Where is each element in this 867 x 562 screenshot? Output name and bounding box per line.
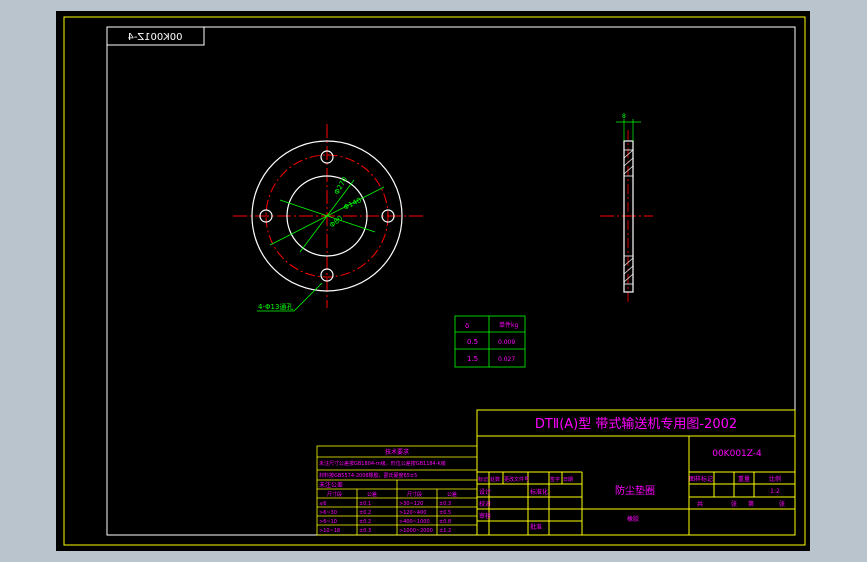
tech-cell: ≤6 (319, 501, 326, 507)
sign-check: 校对 (479, 500, 491, 508)
mirrored-code: 00K001Z-4 (127, 32, 182, 43)
tech-h1: 尺寸段 (327, 491, 342, 498)
sign-design: 设计 (479, 488, 491, 496)
rev-h1: 标记 (478, 476, 488, 483)
tech-cell: ±0.2 (359, 519, 371, 525)
tech-cell: ±0.3 (359, 528, 371, 534)
scale-value: 1:2 (770, 488, 780, 495)
scale-header-3: 比例 (769, 475, 781, 483)
rev-h2: 处数 (490, 476, 500, 483)
standardization: 标准化 (530, 488, 548, 496)
mass-row2-kg: 0.027 (498, 356, 515, 363)
side-thickness: 8 (622, 113, 626, 120)
tech-title: 技术要求 (385, 448, 409, 456)
tech-cell: >400~1000 (399, 519, 430, 525)
sheet-no-1: 第 (748, 500, 754, 508)
mass-header-1: δ (465, 322, 469, 330)
cad-viewport[interactable]: 00K001Z-4 Φ270 Φ140 Φ80 4-Φ13通孔 8 δ 单件kg… (0, 0, 867, 562)
part-name: 防尘垫圈 (615, 484, 655, 497)
drawing-number: 00K001Z-4 (712, 449, 762, 459)
tech-cell: ±0.5 (439, 510, 451, 516)
mass-row2-thk: 1.5 (467, 355, 478, 363)
mass-row1-kg: 0.009 (498, 339, 515, 346)
approve: 批准 (530, 523, 542, 531)
tech-cell: >1000~2000 (399, 528, 433, 534)
tech-cell: ±0.3 (439, 501, 451, 507)
sign-review: 审核 (479, 512, 491, 520)
tech-line1: 未注尺寸公差按GB1804-m级，形位公差按GB1184-K级 (319, 460, 446, 467)
tech-cell: >6~10 (319, 519, 337, 525)
rev-h3: 更改文件号 (504, 476, 529, 483)
tech-cell: ±0.8 (439, 519, 451, 525)
mass-row1-thk: 0.5 (467, 338, 478, 346)
series-title: DTⅡ(A)型 带式输送机专用图-2002 (535, 416, 737, 432)
hole-callout: 4-Φ13通孔 (258, 302, 293, 311)
mass-header-2: 单件kg (499, 321, 518, 329)
scale-header-2: 重量 (738, 475, 750, 483)
rev-h5: 日期 (563, 477, 573, 483)
material: 橡胶 (627, 515, 639, 523)
tech-subtitle: 未注公差 (319, 481, 343, 489)
rev-h4: 签字 (550, 476, 560, 483)
tech-cell: ±0.2 (359, 510, 371, 516)
tech-cell: >6~30 (319, 510, 337, 516)
scale-header-1: 图样标记 (689, 475, 713, 483)
tech-cell: ±1.2 (439, 528, 451, 534)
tech-cell: >10~18 (319, 528, 340, 534)
sheet-no-2: 张 (779, 500, 785, 508)
tech-cell: >30~120 (399, 501, 423, 507)
tech-h2: 公差 (367, 491, 377, 498)
tech-cell: >120~400 (399, 510, 426, 516)
tech-line2: 材料按GB5574-2008橡胶，邵氏硬度65±5 (319, 472, 417, 479)
tech-h3: 尺寸段 (407, 491, 422, 498)
sheet-total-1: 共 (697, 500, 703, 508)
sheet-total-2: 张 (731, 500, 737, 508)
tech-cell: ±0.1 (359, 501, 371, 507)
tech-h4: 公差 (447, 491, 457, 498)
